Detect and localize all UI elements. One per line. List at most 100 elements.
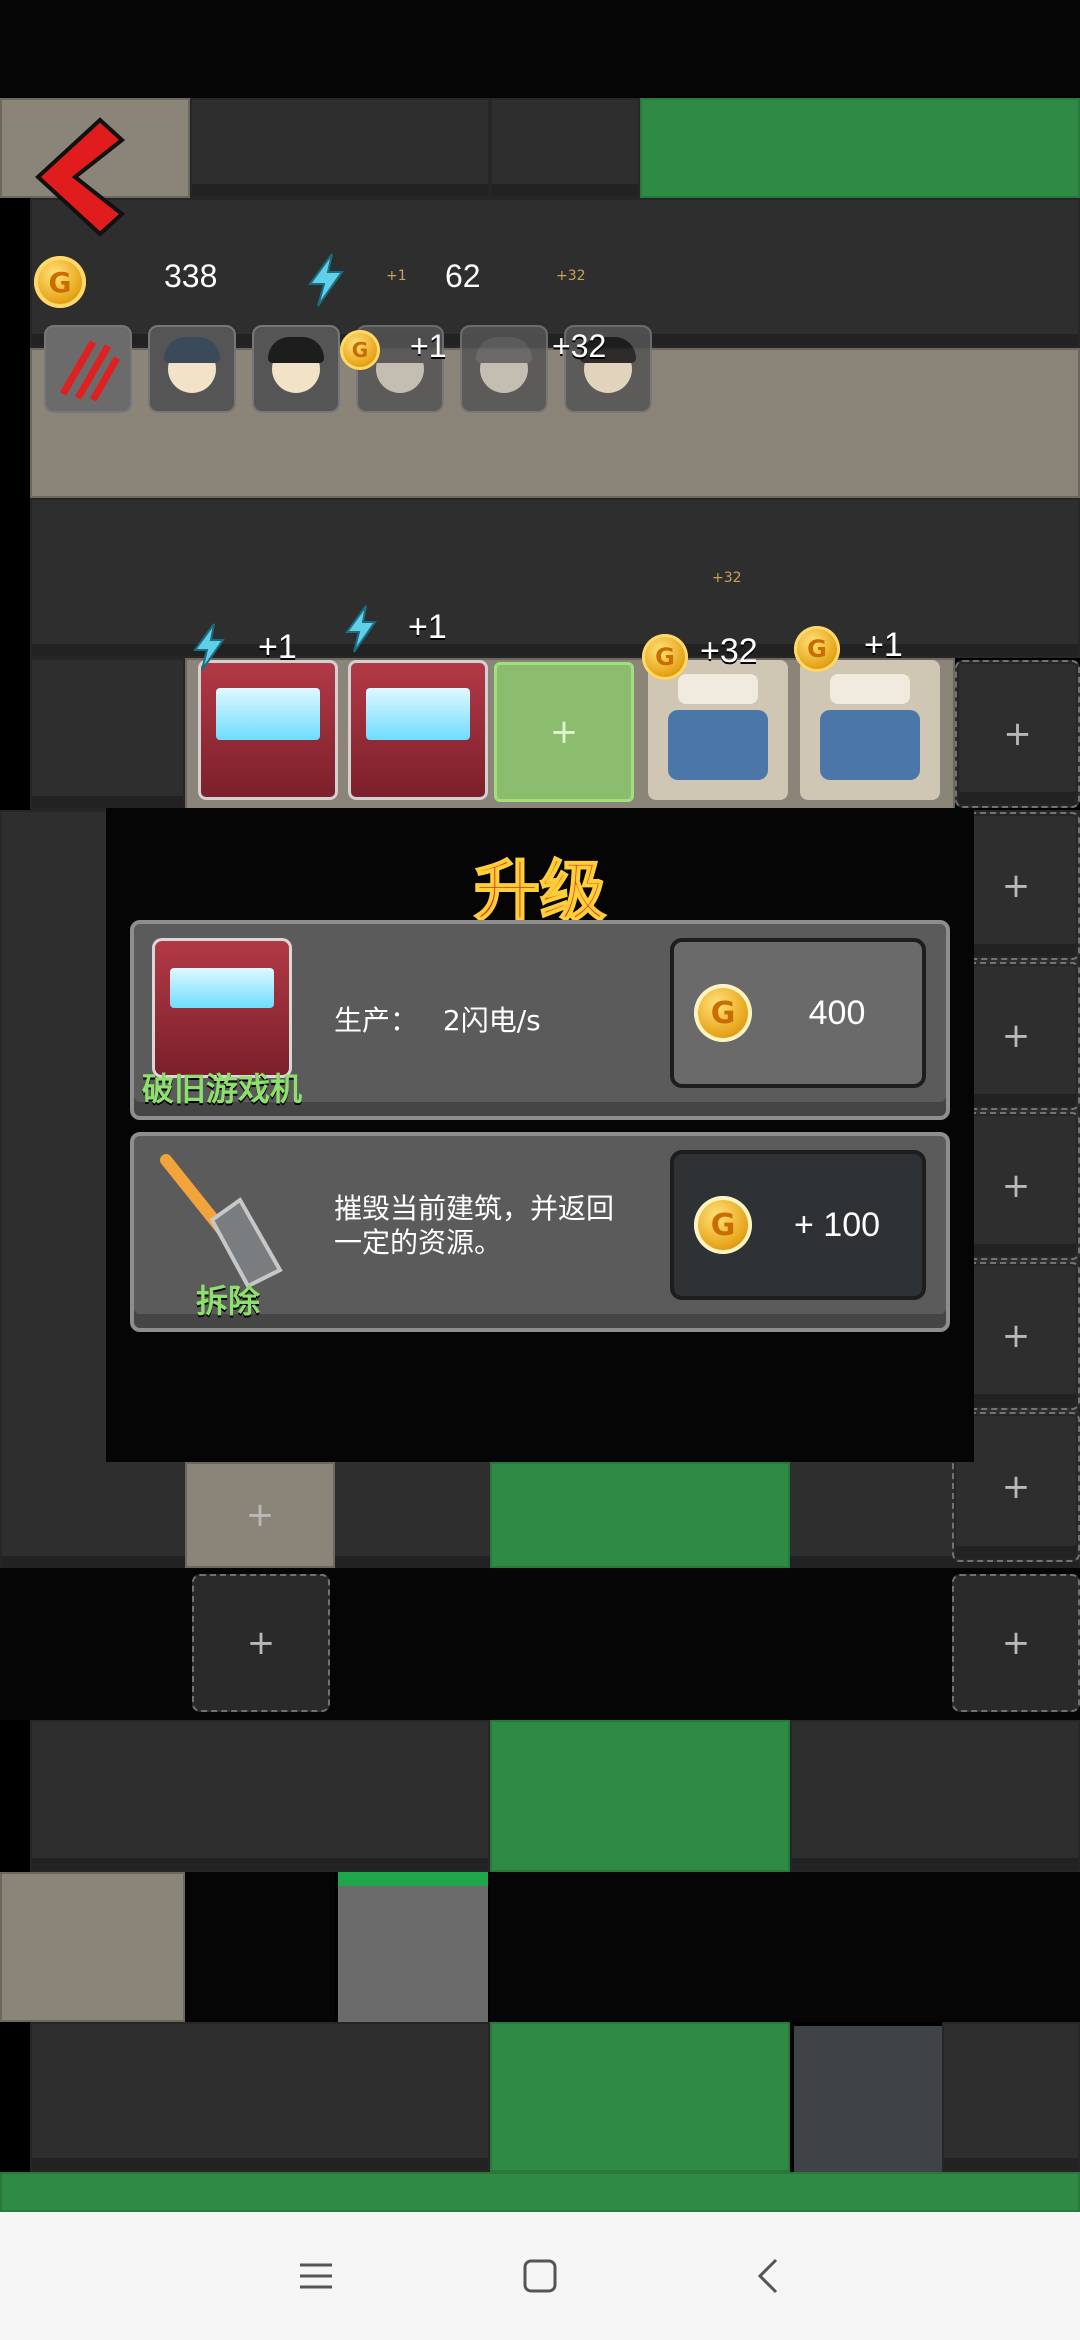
worker-face-icon xyxy=(268,337,324,393)
bed-2[interactable] xyxy=(800,660,940,800)
black-tile xyxy=(185,1872,335,2022)
grass-tile xyxy=(640,98,1080,198)
arcade-machine-icon xyxy=(152,938,292,1078)
gold-coin-icon: G xyxy=(694,984,752,1042)
grass-tile xyxy=(490,1720,790,1872)
coin-letter: G xyxy=(655,643,675,671)
demolish-card: 拆除 摧毁当前建筑，并返回 一定的资源。 G + 100 xyxy=(130,1132,950,1332)
bed-blanket xyxy=(820,710,920,780)
wall-tile xyxy=(30,498,1080,658)
menu-button[interactable] xyxy=(286,2248,346,2304)
empty-build-slot[interactable]: + xyxy=(955,660,1080,808)
coin-plus-label: +1 xyxy=(410,328,447,364)
back-button[interactable] xyxy=(738,2248,798,2304)
back-chevron-icon xyxy=(757,2258,778,2294)
wall-tile xyxy=(190,98,490,198)
coin-letter: G xyxy=(807,635,827,663)
arcade-machine-2[interactable] xyxy=(348,660,488,800)
worker-avatar[interactable] xyxy=(460,325,548,413)
production-value: 2闪电/s xyxy=(442,1004,541,1037)
worker-avatar[interactable] xyxy=(252,325,340,413)
mini-gold-indicator-3: +32 xyxy=(712,570,742,586)
bed-pillow xyxy=(678,674,758,704)
building-name: 破旧游戏机 xyxy=(142,1070,303,1108)
arcade-machine-1[interactable] xyxy=(198,660,338,800)
energy-bolt-icon xyxy=(345,605,377,653)
production-label: +1 xyxy=(258,628,297,666)
wall-tile xyxy=(30,2022,490,2172)
demolish-description: 摧毁当前建筑，并返回 一定的资源。 xyxy=(334,1192,614,1260)
upgrade-price-button[interactable]: G 400 xyxy=(670,938,926,1088)
claw-icon xyxy=(59,340,121,402)
grass-tile xyxy=(0,2172,1080,2212)
plus-icon: + xyxy=(1001,1623,1031,1663)
coin-letter: G xyxy=(710,1207,736,1243)
worker-face-icon xyxy=(164,337,220,393)
wall-tile xyxy=(790,1720,1080,1872)
energy-counter: 62 xyxy=(445,258,481,294)
hair xyxy=(164,337,220,363)
plus-icon: + xyxy=(549,712,579,752)
production-label: +1 xyxy=(408,608,447,646)
menu-icon xyxy=(300,2263,332,2289)
arcade-screen xyxy=(216,688,320,740)
bed-pillow xyxy=(830,674,910,704)
empty-build-slot-bottom-right[interactable]: + xyxy=(952,1574,1080,1712)
demolish-name: 拆除 xyxy=(196,1282,261,1320)
gold-coin-icon: G xyxy=(794,626,840,672)
production-label: 生产： xyxy=(334,1004,419,1037)
system-nav-bar xyxy=(0,2212,1080,2340)
grass-tile xyxy=(490,1462,790,1568)
refund-amount: + 100 xyxy=(793,1205,881,1244)
claw-badge-avatar[interactable] xyxy=(44,325,132,413)
worker-face-icon xyxy=(476,337,532,393)
black-row xyxy=(0,1568,1080,1720)
description-line: 一定的资源。 xyxy=(334,1226,503,1259)
hair xyxy=(268,337,324,363)
floor-slot[interactable]: + xyxy=(185,1462,335,1568)
gold-coin-icon: G xyxy=(642,634,688,680)
wall-tile xyxy=(30,1720,490,1872)
plus-icon: + xyxy=(246,1623,276,1663)
top-black-strip xyxy=(0,0,1080,98)
plus-32-label: +32 xyxy=(552,328,607,364)
coin-letter: G xyxy=(710,995,736,1031)
back-arrow-icon[interactable] xyxy=(30,112,130,242)
bed-1[interactable] xyxy=(648,660,788,800)
arcade-screen xyxy=(170,968,274,1008)
floor-tile xyxy=(0,1872,185,2022)
gold-coin-icon: G xyxy=(34,256,86,308)
mini-gold-indicator: +1 xyxy=(386,268,407,284)
grass-tile xyxy=(490,2022,790,2172)
home-square-icon xyxy=(523,2259,557,2293)
plus-icon: + xyxy=(245,1495,275,1535)
arcade-screen xyxy=(366,688,470,740)
gold-counter: 338 xyxy=(164,258,218,294)
wall-tile xyxy=(30,658,185,810)
worker-avatar[interactable] xyxy=(148,325,236,413)
upgrade-dialog: 升级 破旧游戏机 生产： 2闪电/s G 400 拆除 摧毁当前建筑，并返回 一… xyxy=(106,808,974,1462)
elevator-building[interactable] xyxy=(338,1872,488,2022)
demolish-refund-button[interactable]: G + 100 xyxy=(670,1150,926,1300)
description-line: 摧毁当前建筑，并返回 xyxy=(334,1192,615,1225)
production-label: +1 xyxy=(864,626,903,664)
bed-blanket xyxy=(668,710,768,780)
hair xyxy=(476,337,532,363)
shovel-icon xyxy=(160,1154,283,1289)
production-label: +32 xyxy=(700,632,758,670)
selected-empty-slot[interactable]: + xyxy=(494,662,634,802)
door-building[interactable] xyxy=(794,2026,942,2172)
coin-letter: G xyxy=(351,338,369,362)
black-tile xyxy=(490,1872,1080,2022)
plus-icon: + xyxy=(1003,714,1032,754)
upgrade-card: 破旧游戏机 生产： 2闪电/s G 400 xyxy=(130,920,950,1120)
wall-tile xyxy=(490,98,640,198)
mini-gold-indicator-2: +32 xyxy=(556,268,586,284)
wall-tile xyxy=(942,2022,1080,2172)
empty-build-slot-bottom[interactable]: + xyxy=(192,1574,330,1712)
home-button[interactable] xyxy=(510,2248,570,2304)
gold-coin-icon: G xyxy=(694,1196,752,1254)
energy-bolt-icon xyxy=(308,253,344,307)
upgrade-price: 400 xyxy=(808,993,866,1032)
gold-coin-icon: G xyxy=(340,330,380,370)
